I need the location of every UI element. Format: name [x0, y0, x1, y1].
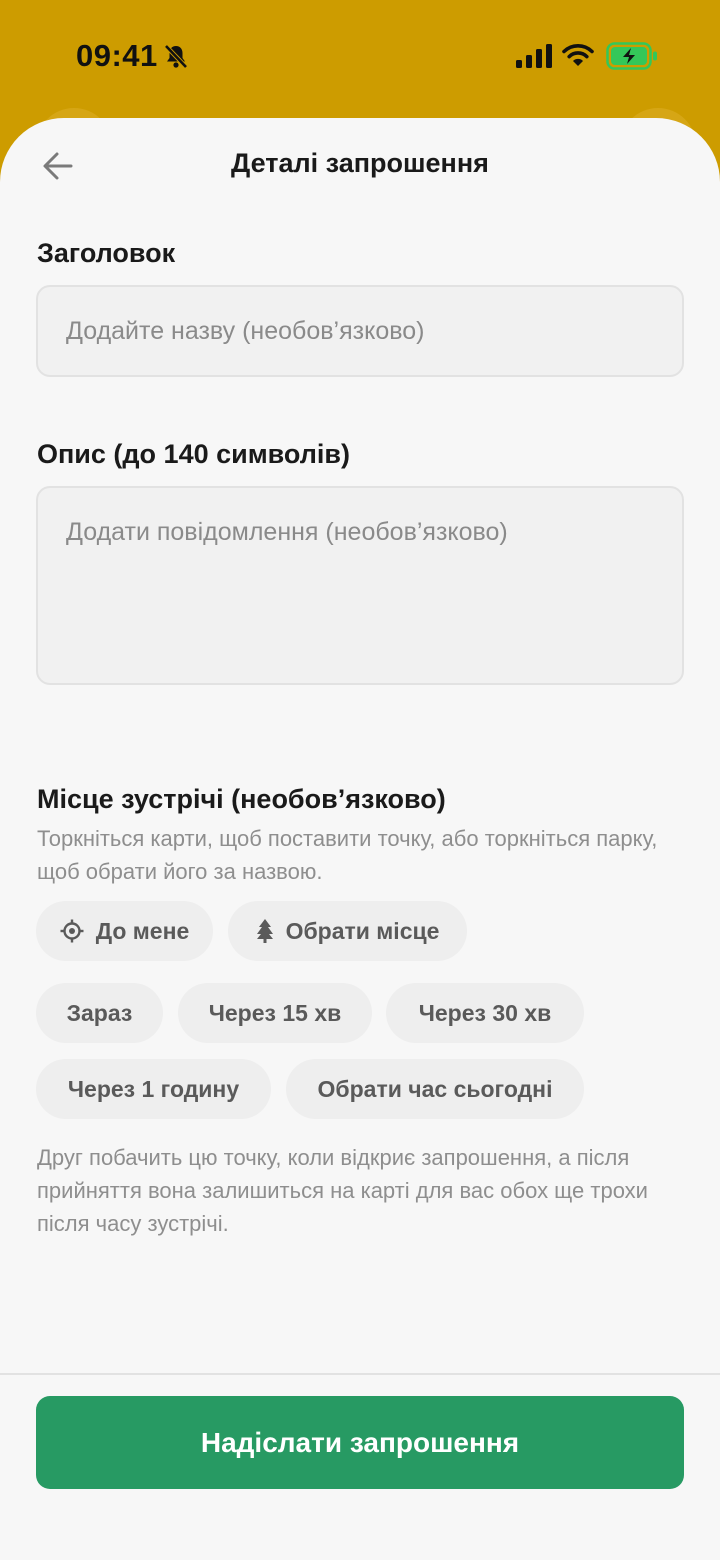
status-time: 09:41: [76, 38, 158, 73]
battery-charging-icon: [606, 42, 657, 70]
time-chip-30-min[interactable]: Через 30 хв: [386, 983, 584, 1043]
time-chip-pick-today[interactable]: Обрати час сьогодні: [286, 1059, 584, 1119]
crosshair-icon: [60, 919, 84, 943]
wifi-icon: [562, 44, 594, 66]
description-textarea[interactable]: [36, 486, 684, 685]
time-chip-label: Через 1 годину: [67, 1075, 240, 1102]
sheet-header: Деталі запрошення: [0, 118, 720, 208]
screen: 09:41 Деталі запрошення Заголовок Додайт…: [0, 0, 720, 1560]
send-invite-button-label: Надіслати запрошення: [200, 1426, 520, 1458]
title-label: Заголовок: [37, 238, 176, 268]
meeting-place-label: Місце зустрічі (необов’язково): [37, 784, 446, 814]
footer-divider: [0, 1373, 720, 1375]
time-chip-now[interactable]: Зараз: [36, 983, 163, 1043]
time-chip-label: Зараз: [66, 999, 133, 1026]
meeting-footnote: Друг побачить цю точку, коли відкриє зап…: [37, 1145, 648, 1236]
meeting-place-hint: Торкніться карти, щоб поставити точку, а…: [37, 826, 658, 884]
time-chip-label: Через 30 хв: [418, 999, 552, 1026]
bell-slash-icon: [164, 44, 188, 69]
send-invite-button[interactable]: Надіслати запрошення: [36, 1396, 684, 1489]
description-label: Опис (до 140 символів): [37, 439, 350, 469]
title-input[interactable]: [36, 285, 684, 377]
time-chip-15-min[interactable]: Через 15 хв: [178, 983, 372, 1043]
invite-details-sheet: Деталі запрошення Заголовок Опис (до 140…: [0, 118, 720, 1560]
status-bar: 09:41: [0, 0, 720, 110]
near-me-chip[interactable]: До мене: [36, 901, 213, 961]
choose-place-chip[interactable]: Обрати місце: [228, 901, 467, 961]
near-me-chip-label: До мене: [95, 917, 190, 944]
page-title: Деталі запрошення: [231, 148, 489, 178]
choose-place-chip-label: Обрати місце: [285, 917, 440, 944]
signal-icon: [516, 44, 552, 68]
time-chip-label: Через 15 хв: [208, 999, 342, 1026]
time-chip-1-hour[interactable]: Через 1 годину: [36, 1059, 271, 1119]
tree-icon: [256, 919, 273, 943]
time-chip-label: Обрати час сьогодні: [317, 1075, 553, 1102]
